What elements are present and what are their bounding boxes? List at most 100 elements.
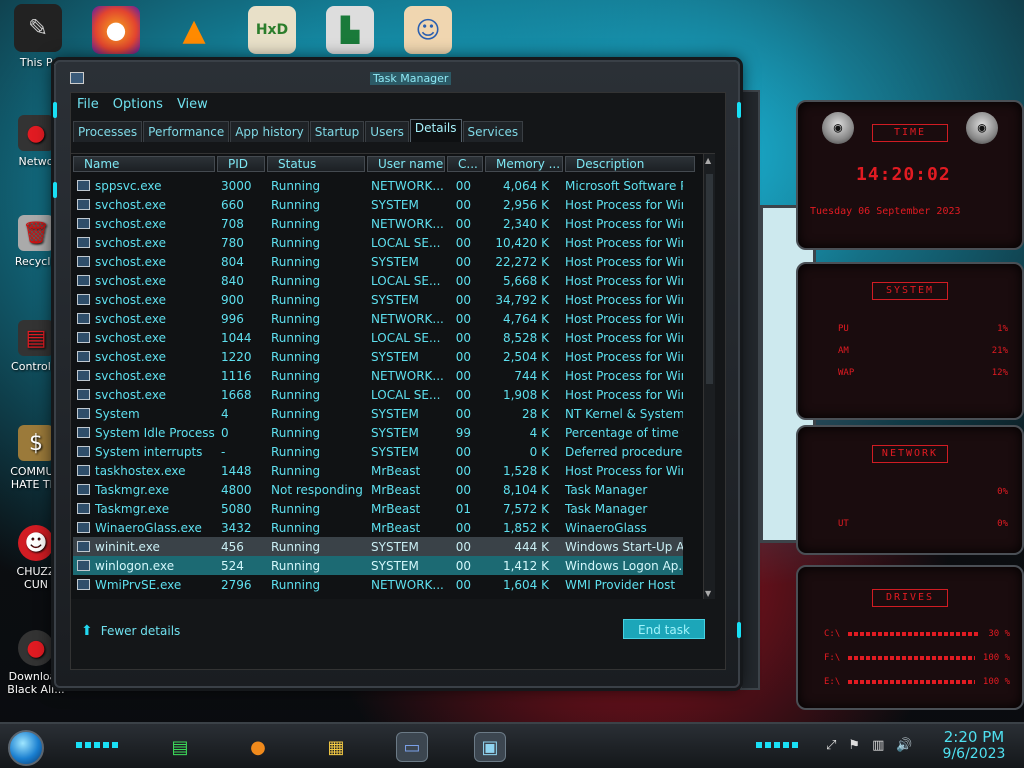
table-row[interactable]: svchost.exe 780 Running LOCAL SE... 00 10,420… [73, 233, 683, 252]
process-name-text: svchost.exe [95, 368, 166, 383]
tab-details[interactable]: Details [409, 119, 462, 142]
process-name-text: wininit.exe [95, 539, 160, 554]
menu-file[interactable]: File [77, 97, 99, 112]
menu-view[interactable]: View [177, 97, 208, 112]
table-row[interactable]: System Idle Process 0 Running SYSTEM 99 4 K Pe… [73, 423, 683, 442]
fewer-details-button[interactable]: ⬆ Fewer details [81, 623, 180, 639]
process-name-text: svchost.exe [95, 311, 166, 326]
scroll-up-icon[interactable]: ▲ [705, 156, 711, 165]
scrollbar-thumb[interactable] [706, 174, 713, 384]
network-gadget[interactable]: NETWORK 0% UT 0% [796, 425, 1024, 555]
file-explorer-icon[interactable]: ▦ [320, 732, 352, 762]
table-row[interactable]: svchost.exe 840 Running LOCAL SE... 00 5,668 … [73, 271, 683, 290]
process-user: SYSTEM [371, 539, 419, 554]
tab-users[interactable]: Users [365, 121, 409, 142]
process-icon [77, 503, 90, 514]
system-gadget[interactable]: SYSTEM PU 1% AM 21% WAP 12% [796, 262, 1024, 420]
firefox-icon[interactable]: ● [92, 6, 140, 54]
recycle-bin-icon: 🗑 [18, 215, 54, 251]
column-header-memory[interactable]: Memory ... [485, 156, 563, 172]
table-row[interactable]: wininit.exe 456 Running SYSTEM 00 444 K Window… [73, 537, 683, 556]
process-description: Microsoft Software P... [565, 178, 683, 193]
taskbar-clock[interactable]: 2:20 PM 9/6/2023 [934, 728, 1014, 762]
network-icon: ● [18, 115, 54, 151]
column-header-name[interactable]: Name [73, 156, 215, 172]
tab-app-history[interactable]: App history [230, 121, 309, 142]
table-row[interactable]: svchost.exe 1668 Running LOCAL SE... 00 1,908… [73, 385, 683, 404]
table-row[interactable]: svchost.exe 996 Running NETWORK... 00 4,764 K… [73, 309, 683, 328]
volume-icon[interactable]: 🔊 [896, 738, 912, 753]
chat-icon[interactable]: ▤ [164, 732, 196, 762]
drive-value: 30 % [988, 629, 1010, 639]
table-row[interactable]: sppsvc.exe 3000 Running NETWORK... 00 4,064 K… [73, 176, 683, 195]
table-row[interactable]: svchost.exe 804 Running SYSTEM 00 22,272 K Hos… [73, 252, 683, 271]
table-row[interactable]: svchost.exe 900 Running SYSTEM 00 34,792 K Hos… [73, 290, 683, 309]
process-status: Running [271, 520, 321, 535]
process-memory: 34,792 K [495, 292, 549, 307]
table-row[interactable]: Taskmgr.exe 5080 Running MrBeast 01 7,572 K Ta… [73, 499, 683, 518]
process-user: NETWORK... [371, 577, 444, 592]
table-row[interactable]: WmiPrvSE.exe 2796 Running NETWORK... 00 1,604… [73, 575, 683, 594]
process-icon [77, 465, 90, 476]
task-manager-window[interactable]: Task Manager File Options View Processes… [53, 60, 741, 688]
start-button[interactable] [8, 730, 44, 766]
app-icon[interactable]: ▙ [326, 6, 374, 54]
tab-processes[interactable]: Processes [73, 121, 143, 142]
table-row[interactable]: svchost.exe 1116 Running NETWORK... 00 744 K H… [73, 366, 683, 385]
network-tray-icon[interactable]: ▥ [872, 738, 884, 753]
process-name-text: System Idle Process [95, 425, 215, 440]
process-description: NT Kernel & System [565, 406, 683, 421]
column-header-description[interactable]: Description [565, 156, 695, 172]
vlc-icon[interactable]: ▲ [170, 6, 218, 54]
table-row[interactable]: WinaeroGlass.exe 3432 Running MrBeast 00 1,85… [73, 518, 683, 537]
process-user: MrBeast [371, 520, 421, 535]
process-description: Percentage of time t... [565, 425, 683, 440]
process-status: Running [271, 197, 321, 212]
process-description: Windows Logon Ap... [565, 558, 683, 573]
process-name-text: svchost.exe [95, 387, 166, 402]
stat-value: 1% [997, 324, 1008, 334]
process-cpu: 00 [455, 254, 471, 269]
firefox-icon[interactable]: ● [242, 732, 274, 762]
process-description: Host Process for Win... [565, 330, 683, 345]
vertical-scrollbar[interactable]: ▲ ▼ [703, 154, 715, 599]
table-row[interactable]: svchost.exe 708 Running NETWORK... 00 2,340 K… [73, 214, 683, 233]
table-row[interactable]: System interrupts - Running SYSTEM 00 0 K Defe… [73, 442, 683, 461]
flag-icon[interactable]: ⚑ [848, 738, 860, 753]
process-name: System Idle Process [73, 426, 217, 440]
tab-startup[interactable]: Startup [309, 121, 365, 142]
background-window[interactable] [740, 90, 760, 690]
column-header-cpu[interactable]: C... [447, 156, 483, 172]
table-row[interactable]: winlogon.exe 524 Running SYSTEM 00 1,412 K Win… [73, 556, 683, 575]
card-app-icon[interactable]: ▭ [396, 732, 428, 762]
doctor-icon[interactable]: ☺ [404, 6, 452, 54]
column-header-pid[interactable]: PID [217, 156, 265, 172]
process-memory: 0 K [529, 444, 549, 459]
hxd-icon[interactable]: HxD [248, 6, 296, 54]
tab-services[interactable]: Services [462, 121, 524, 142]
arrow-up-icon: ⬆ [81, 623, 93, 639]
expand-tray-icon[interactable]: ⤢ [826, 738, 836, 753]
table-row[interactable]: taskhostex.exe 1448 Running MrBeast 00 1,528 … [73, 461, 683, 480]
files-icon[interactable]: ✎ [14, 4, 62, 52]
drives-gadget[interactable]: DRIVES C:\ 30 % F:\ 100 % E:\ 100 % [796, 565, 1024, 710]
title-bar[interactable]: Task Manager [70, 70, 724, 90]
control-panel-icon: ▤ [18, 320, 54, 356]
process-memory: 744 K [514, 368, 549, 383]
table-row[interactable]: svchost.exe 1044 Running LOCAL SE... 00 8,528… [73, 328, 683, 347]
menu-options[interactable]: Options [113, 97, 163, 112]
table-row[interactable]: Taskmgr.exe 4800 Not responding MrBeast 00 8,… [73, 480, 683, 499]
table-row[interactable]: System 4 Running SYSTEM 00 28 K NT Kernel & Sy… [73, 404, 683, 423]
column-header-status[interactable]: Status [267, 156, 365, 172]
process-description: Host Process for Win... [565, 235, 683, 250]
scroll-down-icon[interactable]: ▼ [705, 589, 711, 598]
table-row[interactable]: svchost.exe 660 Running SYSTEM 00 2,956 K Host… [73, 195, 683, 214]
process-pid: 0 [221, 425, 229, 440]
clock-gadget[interactable]: ◉ ◉ TIME 14:20:02 Tuesday 06 September 2… [796, 100, 1024, 250]
task-manager-icon[interactable]: ▣ [474, 732, 506, 762]
tab-performance[interactable]: Performance [143, 121, 230, 142]
table-row[interactable]: svchost.exe 1220 Running SYSTEM 00 2,504 K Hos… [73, 347, 683, 366]
process-description: Host Process for Win... [565, 387, 683, 402]
column-header-user[interactable]: User name [367, 156, 445, 172]
end-task-button[interactable]: End task [623, 619, 705, 639]
